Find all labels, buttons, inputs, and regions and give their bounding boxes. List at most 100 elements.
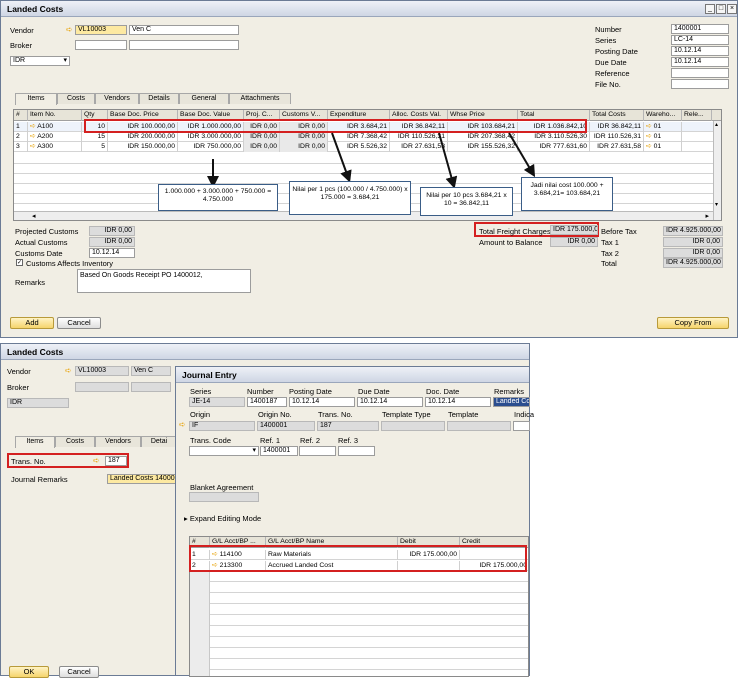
scroll-left-icon[interactable]: ◂	[32, 212, 36, 220]
link-arrow-icon[interactable]: ➪	[646, 143, 654, 150]
empty-row[interactable]	[190, 627, 528, 637]
number-field[interactable]: 1400001	[671, 24, 729, 34]
empty-row[interactable]	[14, 164, 721, 174]
doc-date-field[interactable]: 10.12.14	[425, 397, 491, 407]
table-cell[interactable]: ➪ 01	[644, 142, 682, 152]
table-cell[interactable]: IDR 0,00	[244, 142, 280, 152]
table-cell[interactable]: IDR 155.526,32	[448, 142, 518, 152]
tab-details[interactable]: Details	[139, 93, 179, 104]
table-cell[interactable]: IDR 3.110.526,30	[518, 132, 590, 142]
table-cell[interactable]: ➪ 01	[644, 122, 682, 132]
table-cell[interactable]: 2	[14, 132, 28, 142]
customs-affects-checkbox[interactable]: ✓	[16, 259, 23, 266]
currency-select[interactable]: IDR ▾	[10, 56, 70, 66]
table-cell[interactable]: IDR 27.631,58	[390, 142, 448, 152]
cancel-button[interactable]: Cancel	[59, 666, 99, 678]
table-cell[interactable]: ➪ A100	[28, 122, 82, 132]
empty-row[interactable]	[14, 154, 721, 164]
table-cell[interactable]: IDR 110.526,31	[390, 132, 448, 142]
link-arrow-icon[interactable]: ➪	[65, 366, 72, 375]
copy-from-button[interactable]: Copy From	[657, 317, 729, 329]
indicator-field[interactable]	[513, 421, 530, 431]
posting-date-field[interactable]: 10.12.14	[289, 397, 355, 407]
series-select[interactable]: LC-14	[671, 35, 729, 45]
table-cell[interactable]: IDR 200.000,00	[108, 132, 178, 142]
table-cell[interactable]: IDR 750.000,00	[178, 142, 244, 152]
posting-date-field[interactable]: 10.12.14	[671, 46, 729, 56]
table-cell[interactable]: IDR 7.368,42	[328, 132, 390, 142]
ref2-field[interactable]	[299, 446, 336, 456]
link-arrow-icon[interactable]: ➪	[646, 133, 654, 140]
vertical-scrollbar[interactable]: ▴ ▾	[713, 121, 721, 220]
tab-vendors[interactable]: Vendors	[95, 93, 139, 104]
reference-field[interactable]	[671, 68, 729, 78]
empty-row[interactable]	[190, 583, 528, 593]
minimize-icon[interactable]: _	[705, 4, 715, 14]
empty-row[interactable]	[190, 605, 528, 615]
table-cell[interactable]: 5	[82, 142, 108, 152]
tab-attachments[interactable]: Attachments	[229, 93, 291, 104]
link-arrow-icon[interactable]: ➪	[179, 420, 186, 429]
table-cell[interactable]: IDR 777.631,60	[518, 142, 590, 152]
table-cell[interactable]: IDR 150.000,00	[108, 142, 178, 152]
scroll-up-icon[interactable]: ▴	[715, 121, 718, 128]
customs-date-field[interactable]: 10.12.14	[89, 248, 135, 258]
table-cell[interactable]: 1	[14, 122, 28, 132]
empty-row[interactable]	[190, 616, 528, 626]
number-field[interactable]: 1400187	[247, 397, 287, 407]
broker-name-field[interactable]	[129, 40, 239, 50]
tab-items[interactable]: Items	[15, 93, 57, 105]
vendor-code-field[interactable]: VL10003	[75, 25, 127, 35]
remarks-field[interactable]: Landed Co	[493, 397, 530, 407]
table-cell[interactable]: IDR 0,00	[280, 132, 328, 142]
journal-remarks-field[interactable]: Landed Costs 14000	[107, 474, 177, 484]
tab-vendors[interactable]: Vendors	[95, 436, 141, 447]
tab-costs[interactable]: Costs	[57, 93, 95, 104]
expand-editing-toggle[interactable]: ▸ Expand Editing Mode	[184, 514, 261, 523]
cancel-button[interactable]: Cancel	[57, 317, 101, 329]
table-cell[interactable]: IDR 3.000.000,00	[178, 132, 244, 142]
empty-row[interactable]	[190, 649, 528, 659]
link-arrow-icon[interactable]: ➪	[646, 123, 654, 130]
empty-row[interactable]	[190, 660, 528, 670]
table-cell[interactable]: IDR 207.368,42	[448, 132, 518, 142]
table-row[interactable]: 2 ➪ A200 15 IDR 200.000,00 IDR 3.000.000,00 I…	[14, 132, 721, 142]
empty-row[interactable]	[190, 594, 528, 604]
remarks-field[interactable]: Based On Goods Receipt PO 1400012,	[77, 269, 251, 293]
table-cell[interactable]: IDR 5.526,32	[328, 142, 390, 152]
table-cell[interactable]: IDR 36.842,11	[590, 122, 644, 132]
empty-row[interactable]	[190, 638, 528, 648]
tab-items[interactable]: Items	[15, 436, 55, 448]
table-cell[interactable]: IDR 110.526,31	[590, 132, 644, 142]
link-arrow-icon[interactable]: ➪	[66, 25, 73, 34]
tab-general[interactable]: General	[179, 93, 229, 104]
link-arrow-icon[interactable]: ➪	[93, 456, 100, 465]
add-button[interactable]: Add	[10, 317, 54, 329]
table-cell[interactable]: ➪ A200	[28, 132, 82, 142]
table-cell[interactable]: ➪ 01	[644, 132, 682, 142]
due-date-field[interactable]: 10.12.14	[357, 397, 423, 407]
maximize-icon[interactable]: □	[716, 4, 726, 14]
ref1-field[interactable]: 1400001	[260, 446, 298, 456]
table-row[interactable]: 3 ➪ A300 5 IDR 150.000,00 IDR 750.000,00 IDR …	[14, 142, 721, 152]
scroll-right-icon[interactable]: ▸	[705, 212, 709, 220]
table-cell[interactable]: IDR 0,00	[280, 142, 328, 152]
table-cell[interactable]: IDR 27.631,58	[590, 142, 644, 152]
scroll-down-icon[interactable]: ▾	[715, 201, 718, 208]
empty-row[interactable]	[190, 572, 528, 582]
ref3-field[interactable]	[338, 446, 375, 456]
due-date-field[interactable]: 10.12.14	[671, 57, 729, 67]
trans-no-field[interactable]: 187	[105, 456, 127, 466]
vendor-name-field[interactable]: Ven C	[129, 25, 239, 35]
ok-button[interactable]: OK	[9, 666, 49, 678]
table-cell[interactable]: ➪ A300	[28, 142, 82, 152]
tab-details[interactable]: Detai	[141, 436, 177, 447]
trans-code-select[interactable]: ▾	[189, 446, 259, 456]
table-cell[interactable]: IDR 0,00	[244, 132, 280, 142]
close-icon[interactable]: ×	[727, 4, 737, 14]
file-no-field[interactable]	[671, 79, 729, 89]
table-cell[interactable]: 3	[14, 142, 28, 152]
table-cell[interactable]: 15	[82, 132, 108, 142]
broker-code-field[interactable]	[75, 40, 127, 50]
tab-costs[interactable]: Costs	[55, 436, 95, 447]
